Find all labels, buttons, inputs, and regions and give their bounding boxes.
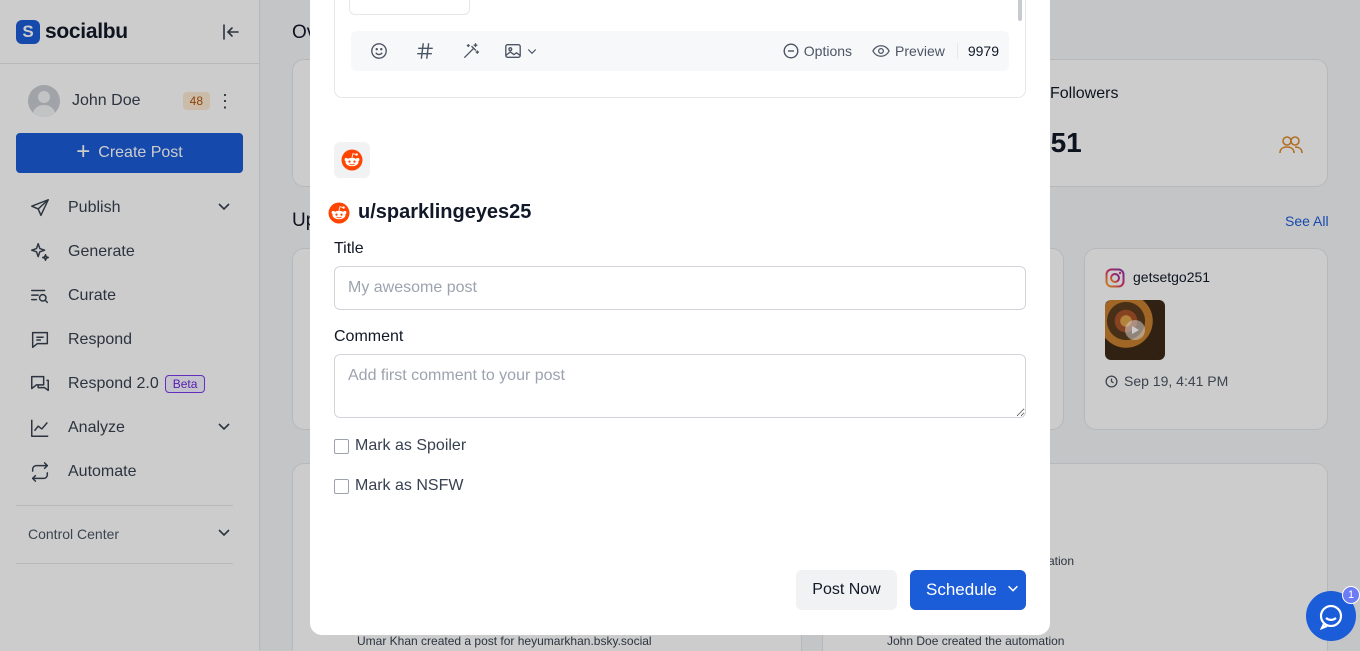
toolbar-right: Options Preview 9979: [763, 43, 999, 59]
chat-icon: [1319, 604, 1343, 631]
post-now-button[interactable]: Post Now: [796, 570, 897, 610]
hashtag-icon: [417, 43, 433, 59]
reddit-icon: [341, 149, 363, 171]
nsfw-option[interactable]: Mark as NSFW: [334, 477, 463, 495]
spoiler-checkbox[interactable]: [334, 438, 349, 454]
reddit-icon: [328, 202, 350, 223]
editor-toolbar: Options Preview 9979: [351, 31, 1009, 71]
minus-circle-icon: [783, 43, 799, 59]
schedule-button[interactable]: Schedule: [910, 570, 1026, 610]
ai-assist-button[interactable]: [453, 35, 489, 67]
preview-button[interactable]: Preview: [872, 43, 945, 59]
emoji-button[interactable]: [361, 35, 397, 67]
spoiler-option[interactable]: Mark as Spoiler: [334, 437, 466, 455]
chat-unread-badge: 1: [1342, 586, 1360, 604]
schedule-label: Schedule: [926, 580, 997, 599]
media-strip: [349, 0, 470, 15]
hashtag-button[interactable]: [407, 35, 443, 67]
account-username: u/sparklingeyes25: [358, 201, 532, 223]
title-input[interactable]: [334, 266, 1026, 310]
comment-textarea[interactable]: [334, 354, 1026, 418]
chevron-down-icon: [527, 49, 537, 55]
options-label: Options: [803, 43, 853, 59]
editor-scrollbar[interactable]: [1018, 0, 1022, 21]
title-label: Title: [334, 240, 364, 257]
character-count: 9979: [956, 43, 999, 59]
options-button[interactable]: Options: [783, 43, 852, 59]
compose-post-modal: Options Preview 9979 u/sparklingeyes25 T…: [310, 0, 1050, 635]
magic-wand-icon: [464, 43, 480, 58]
nsfw-checkbox[interactable]: [334, 478, 349, 494]
comment-label: Comment: [334, 328, 404, 345]
eye-icon: [872, 45, 890, 57]
image-icon: [505, 44, 521, 58]
preview-label: Preview: [895, 43, 945, 59]
spoiler-label: Mark as Spoiler: [355, 437, 467, 454]
media-button[interactable]: [499, 35, 543, 67]
chevron-down-icon[interactable]: [1006, 580, 1020, 600]
network-tab-reddit[interactable]: [334, 142, 370, 178]
post-editor[interactable]: Options Preview 9979: [334, 0, 1026, 98]
emoji-icon: [371, 43, 387, 59]
selected-account: u/sparklingeyes25: [328, 201, 531, 224]
nsfw-label: Mark as NSFW: [355, 477, 464, 494]
